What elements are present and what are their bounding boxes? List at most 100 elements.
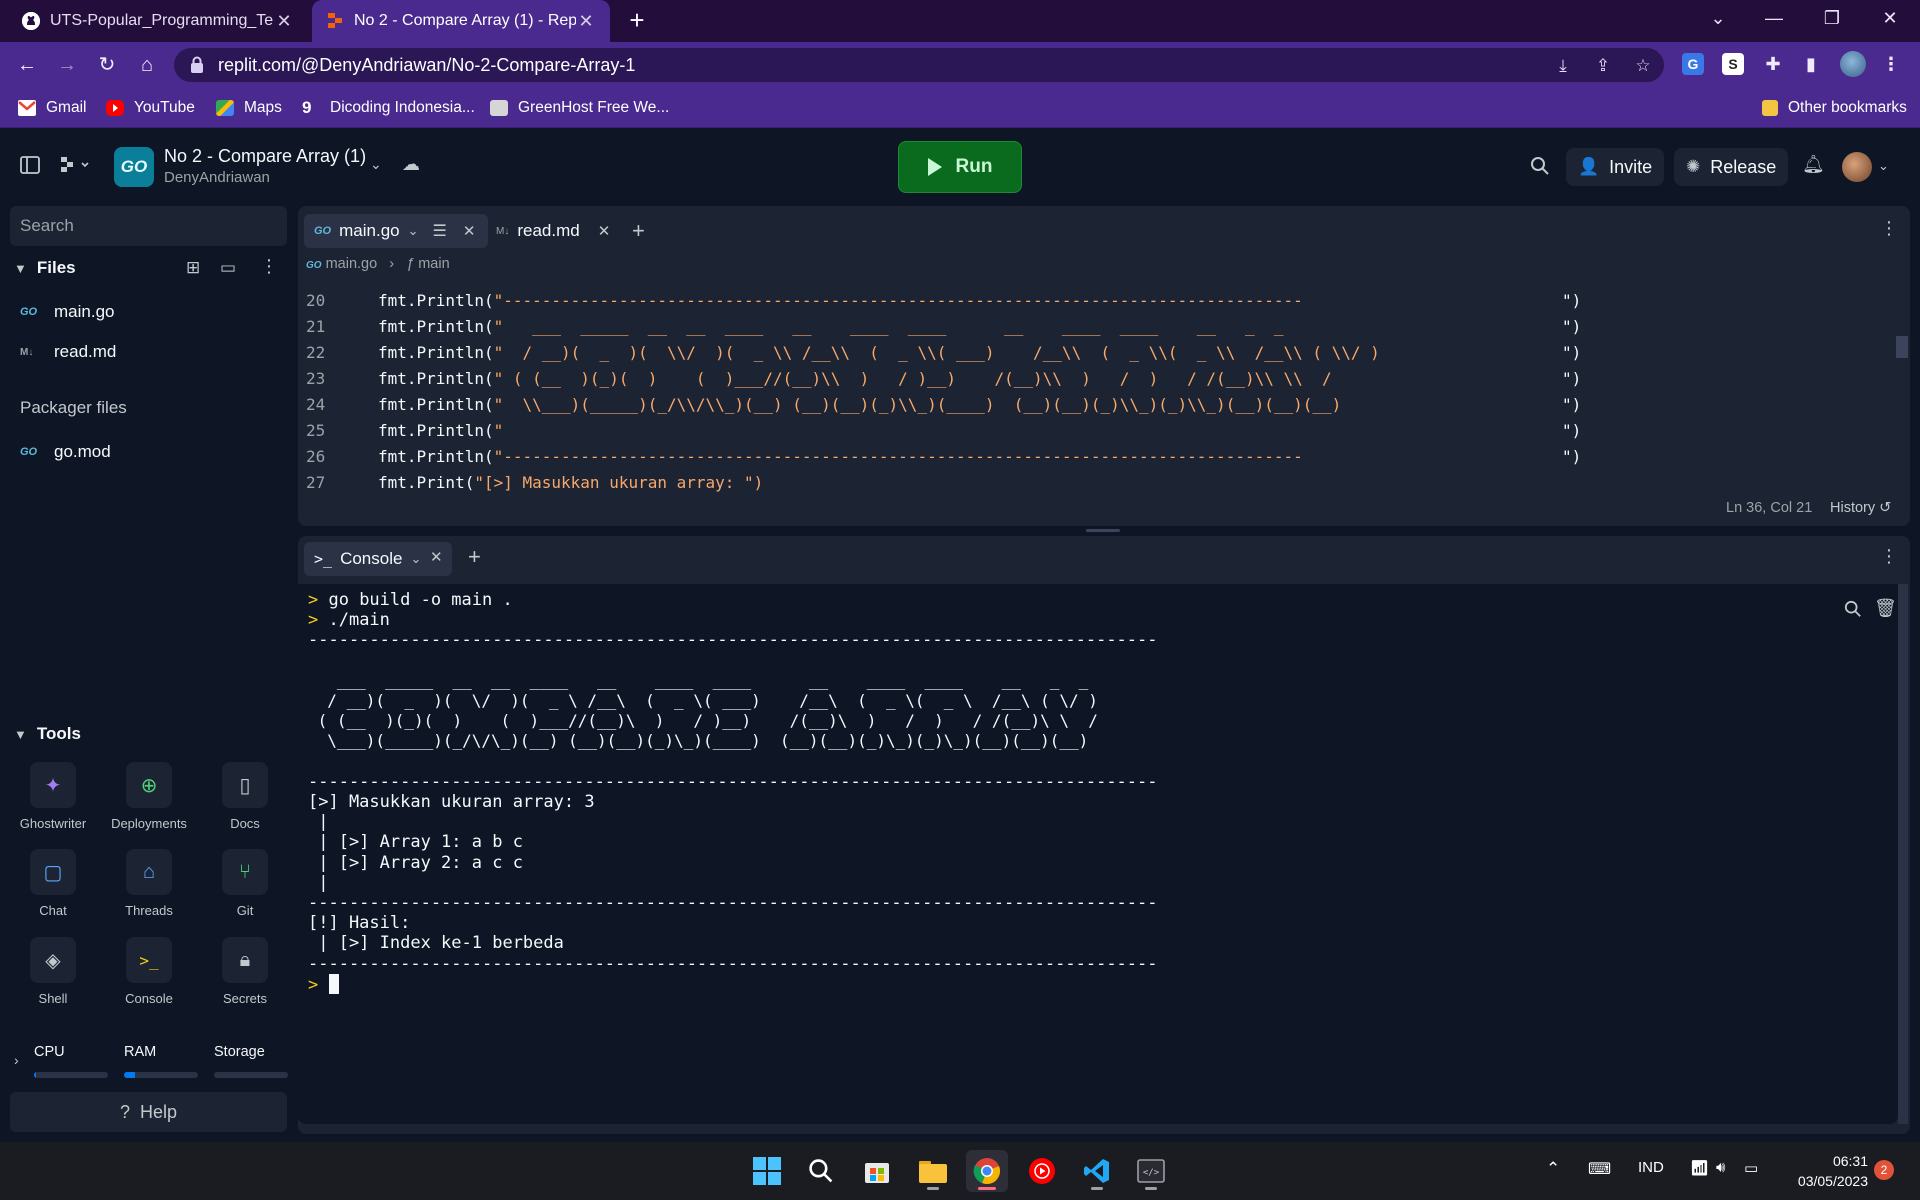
s-extension-icon[interactable]: S xyxy=(1722,53,1744,75)
wifi-icon[interactable]: 📶︎ xyxy=(1690,1159,1709,1177)
other-bookmarks[interactable]: Other bookmarks xyxy=(1762,97,1907,119)
tool-chat[interactable]: ▢ Chat xyxy=(13,849,93,929)
side-panel-icon[interactable]: ▮ xyxy=(1800,53,1822,75)
tools-section-header[interactable]: ▼ Tools xyxy=(14,724,81,744)
bookmark-dicoding[interactable]: 9 Dicoding Indonesia... xyxy=(302,97,475,119)
breadcrumb-file[interactable]: main.go xyxy=(326,256,378,272)
address-bar[interactable]: replit.com/@DenyAndriawan/No-2-Compare-A… xyxy=(174,48,1664,82)
home-button[interactable]: ⌂ xyxy=(132,50,162,80)
back-button[interactable]: ← xyxy=(12,50,42,80)
browser-tab-replit[interactable]: No 2 - Compare Array (1) - Replit ✕ xyxy=(312,0,610,42)
chrome-icon[interactable] xyxy=(966,1150,1008,1192)
new-folder-icon[interactable]: ▭ xyxy=(220,258,236,278)
add-tab-icon[interactable]: + xyxy=(468,544,481,570)
translate-extension-icon[interactable]: G xyxy=(1682,53,1704,75)
file-explorer-icon[interactable] xyxy=(912,1150,954,1192)
close-tab-icon[interactable]: ✕ xyxy=(598,222,611,240)
windows-start-icon[interactable] xyxy=(746,1150,788,1192)
bookmark-star-icon[interactable]: ☆ xyxy=(1632,55,1654,77)
editor-scrollbar[interactable] xyxy=(1896,336,1908,358)
install-app-icon[interactable]: ⤓ xyxy=(1552,55,1574,77)
microsoft-store-icon[interactable] xyxy=(856,1150,898,1192)
vscode-icon[interactable] xyxy=(1076,1150,1118,1192)
file-item-main-go[interactable]: GO main.go xyxy=(20,302,114,322)
youtube-music-icon[interactable] xyxy=(1021,1150,1063,1192)
new-tab-button[interactable]: + xyxy=(622,6,652,36)
minimize-button[interactable]: — xyxy=(1746,0,1802,38)
invite-button[interactable]: 👤 Invite xyxy=(1566,148,1665,186)
tool-git[interactable]: ⑂ Git xyxy=(205,849,285,929)
close-window-button[interactable]: ✕ xyxy=(1862,0,1918,38)
search-icon[interactable] xyxy=(800,1150,842,1192)
bookmark-greenhost[interactable]: GreenHost Free We... xyxy=(490,97,669,119)
restore-button[interactable]: ❐ xyxy=(1804,0,1860,38)
more-options-icon[interactable]: ⋮ xyxy=(1880,218,1898,239)
add-tab-icon[interactable]: + xyxy=(632,218,645,244)
breadcrumb-symbol[interactable]: main xyxy=(418,256,449,272)
tool-console[interactable]: >_ Console xyxy=(109,937,189,1017)
language-indicator[interactable]: IND xyxy=(1638,1159,1664,1176)
close-tab-icon[interactable]: ✕ xyxy=(430,548,443,566)
new-file-icon[interactable]: ⊞ xyxy=(186,258,200,278)
chevron-right-icon[interactable]: › xyxy=(14,1052,19,1068)
console-output[interactable]: > go build -o main . > ./main ------------… xyxy=(298,584,1898,1124)
repl-title[interactable]: No 2 - Compare Array (1) xyxy=(164,146,366,167)
chevron-up-icon[interactable]: ⌃ xyxy=(1546,1159,1560,1179)
clear-console-icon[interactable]: 🗑︎ xyxy=(1874,598,1897,619)
file-item-go-mod[interactable]: GO go.mod xyxy=(20,442,111,462)
bookmark-maps[interactable]: Maps xyxy=(216,97,282,119)
chrome-menu-icon[interactable]: ⋮ xyxy=(1880,53,1902,75)
user-avatar[interactable] xyxy=(1842,152,1872,182)
replit-menu-icon[interactable] xyxy=(60,156,90,179)
console-scrollbar[interactable] xyxy=(1898,584,1908,1124)
keyboard-icon[interactable]: ⌨ xyxy=(1588,1159,1611,1179)
battery-icon[interactable]: ▭ xyxy=(1744,1159,1758,1177)
bookmark-gmail[interactable]: Gmail xyxy=(18,97,86,119)
forward-button[interactable]: → xyxy=(52,50,82,80)
tool-shell[interactable]: ◈ Shell xyxy=(13,937,93,1017)
close-tab-icon[interactable]: ✕ xyxy=(274,11,294,32)
share-icon[interactable]: ⇪ xyxy=(1592,55,1614,77)
chevron-down-icon[interactable]: ⌄ xyxy=(410,551,421,567)
tab-search-icon[interactable]: ⌄ xyxy=(1690,0,1746,38)
files-section-header[interactable]: ▼ Files xyxy=(14,258,76,278)
tool-docs[interactable]: ▯ Docs xyxy=(205,762,285,842)
help-button[interactable]: ? Help xyxy=(10,1092,287,1132)
notifications-bell-icon[interactable]: 🔔︎ xyxy=(1802,154,1825,175)
sidebar-search-input[interactable]: Search xyxy=(10,206,287,246)
extensions-puzzle-icon[interactable]: ✚ xyxy=(1762,53,1784,75)
tab-read-md[interactable]: M↓ read.md ✕ xyxy=(496,214,610,248)
close-tab-icon[interactable]: ✕ xyxy=(576,11,596,32)
notification-badge[interactable]: 2 xyxy=(1874,1160,1894,1180)
tool-threads[interactable]: ⌂ Threads xyxy=(109,849,189,929)
clock[interactable]: 06:31 03/05/2023 xyxy=(1788,1151,1868,1191)
chevron-down-icon[interactable]: ⌄ xyxy=(370,156,382,173)
document-outline-icon[interactable]: ☰ xyxy=(433,221,447,241)
tab-main-go[interactable]: GO main.go ⌄ ☰ ✕ xyxy=(304,214,488,248)
history-button[interactable]: History ↺ xyxy=(1830,500,1891,516)
toggle-sidebar-icon[interactable] xyxy=(20,156,40,179)
code-editor[interactable]: 20 fmt.Println("-------------------------… xyxy=(298,288,1910,496)
packager-files-heading: Packager files xyxy=(20,398,127,417)
reload-button[interactable]: ↻ xyxy=(92,50,122,80)
search-icon[interactable] xyxy=(1530,156,1550,181)
tool-deployments[interactable]: ⊕ Deployments xyxy=(109,762,189,842)
chevron-down-icon[interactable]: ⌄ xyxy=(408,223,419,239)
bookmark-youtube[interactable]: YouTube xyxy=(106,97,195,119)
repl-owner[interactable]: DenyAndriawan xyxy=(164,169,270,186)
file-item-read-md[interactable]: M↓ read.md xyxy=(20,342,116,362)
tool-secrets[interactable]: 🔒︎ Secrets xyxy=(205,937,285,1017)
run-button[interactable]: Run xyxy=(898,141,1022,193)
tool-ghostwriter[interactable]: ✦ Ghostwriter xyxy=(13,762,93,842)
browser-tab-github[interactable]: UTS-Popular_Programming_Techn ✕ xyxy=(8,0,308,42)
search-icon[interactable] xyxy=(1844,600,1862,623)
pane-resize-handle[interactable] xyxy=(1086,529,1120,532)
dev-tool-icon[interactable]: </> xyxy=(1130,1150,1172,1192)
more-options-icon[interactable]: ⋮ xyxy=(260,256,278,277)
chevron-down-icon[interactable]: ⌄ xyxy=(1878,158,1889,174)
volume-icon[interactable]: 🔊︎ xyxy=(1716,1159,1725,1176)
close-tab-icon[interactable]: ✕ xyxy=(463,222,476,240)
profile-avatar-icon[interactable] xyxy=(1840,51,1866,77)
release-button[interactable]: ✺ Release xyxy=(1674,148,1789,186)
more-options-icon[interactable]: ⋮ xyxy=(1880,546,1898,567)
